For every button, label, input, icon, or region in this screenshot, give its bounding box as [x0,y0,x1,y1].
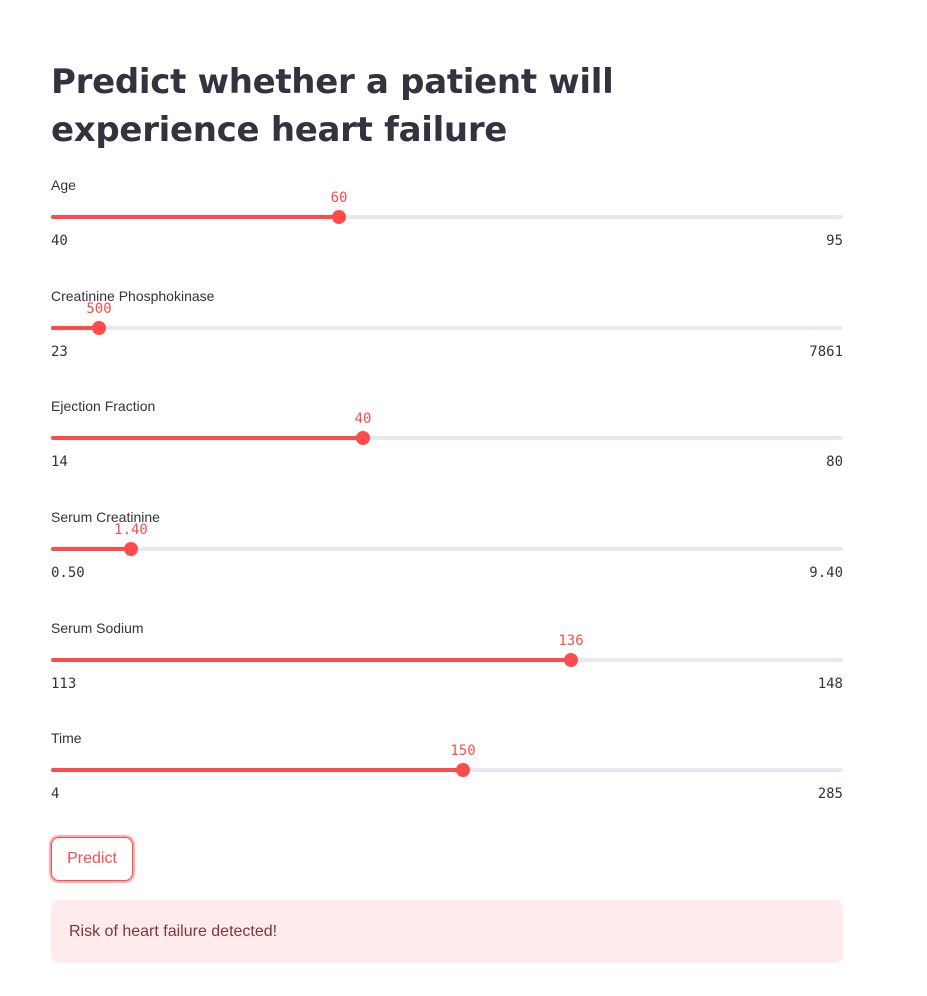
slider-label: Ejection Fraction [51,398,156,414]
serum-creatinine-slider[interactable]: Serum Creatinine 1.40 0.50 9.40 [51,508,843,598]
serum-sodium-slider[interactable]: Serum Sodium 136 113 148 [51,619,843,709]
slider-max-label: 148 [817,676,843,692]
slider-current-value: 40 [354,411,372,427]
slider-thumb[interactable] [332,210,346,224]
time-slider[interactable]: Time 150 4 285 [51,729,843,819]
slider-thumb[interactable] [124,542,138,556]
slider-track[interactable] [51,658,843,662]
slider-max-label: 80 [826,454,843,470]
slider-label: Time [51,730,82,746]
slider-current-value: 136 [558,633,584,649]
slider-fill [51,436,363,440]
predict-button[interactable]: Predict [51,837,133,881]
slider-fill [51,215,339,219]
risk-alert: Risk of heart failure detected! [51,900,843,963]
slider-fill [51,658,571,662]
slider-max-label: 285 [817,786,843,802]
slider-label: Serum Sodium [51,620,144,636]
slider-thumb[interactable] [356,431,370,445]
page-title: Predict whether a patient will experienc… [51,62,614,150]
slider-min-label: 0.50 [51,565,85,581]
slider-current-value: 150 [450,743,476,759]
slider-label: Creatinine Phosphokinase [51,288,215,304]
slider-min-label: 40 [51,233,68,249]
slider-max-label: 7861 [809,344,843,360]
slider-fill [51,547,131,551]
slider-track[interactable] [51,326,843,330]
age-slider[interactable]: Age 60 40 95 [51,176,843,266]
slider-max-label: 95 [826,233,843,249]
slider-current-value: 60 [330,190,348,206]
slider-min-label: 14 [51,454,68,470]
slider-min-label: 23 [51,344,68,360]
slider-max-label: 9.40 [809,565,843,581]
slider-min-label: 113 [51,676,77,692]
slider-thumb[interactable] [92,321,106,335]
slider-min-label: 4 [51,786,60,802]
slider-track[interactable] [51,215,843,219]
slider-current-value: 500 [86,301,112,317]
slider-track[interactable] [51,436,843,440]
slider-track[interactable] [51,768,843,772]
slider-label: Age [51,177,76,193]
creatinine-phosphokinase-slider[interactable]: Creatinine Phosphokinase 500 23 7861 [51,287,843,377]
slider-track[interactable] [51,547,843,551]
slider-thumb[interactable] [564,653,578,667]
slider-fill [51,768,463,772]
alert-message: Risk of heart failure detected! [69,923,278,940]
slider-current-value: 1.40 [114,522,148,538]
ejection-fraction-slider[interactable]: Ejection Fraction 40 14 80 [51,397,843,487]
slider-thumb[interactable] [456,763,470,777]
